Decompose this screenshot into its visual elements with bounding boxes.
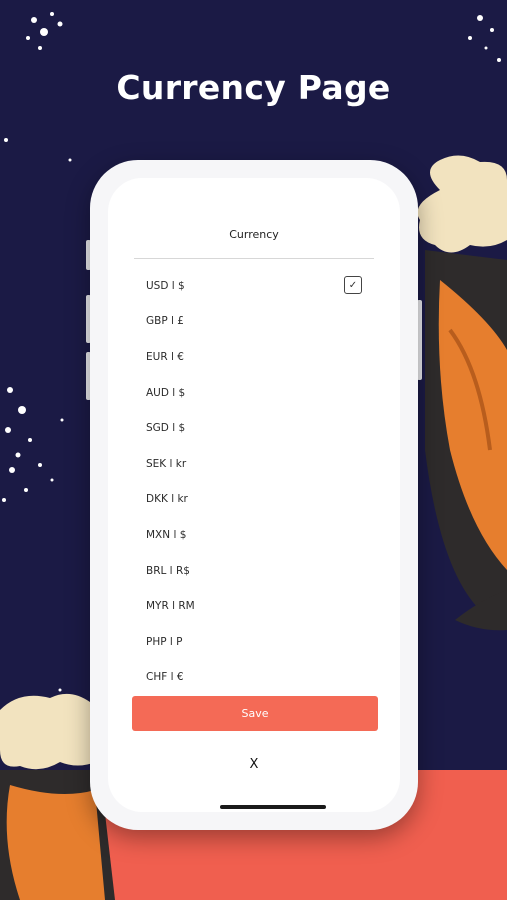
currency-option-label: SGD l $ [146, 422, 186, 435]
currency-option-label: MXN l $ [146, 528, 187, 541]
currency-sheet-title: Currency [229, 228, 279, 241]
currency-option-label: BRL l R$ [146, 564, 190, 577]
currency-option[interactable]: DKK l kr [134, 482, 374, 518]
currency-option[interactable]: PHP l P [134, 624, 374, 660]
currency-option[interactable]: MYR l RM [134, 588, 374, 624]
currency-option[interactable]: GBP l £ [134, 304, 374, 340]
checkmark-icon[interactable]: ✓ [344, 276, 362, 294]
currency-option[interactable]: SEK l kr [134, 446, 374, 482]
currency-option-label: CHF l € [146, 671, 184, 684]
currency-option-label: AUD l $ [146, 386, 186, 399]
currency-option-label: SEK l kr [146, 457, 187, 470]
currency-option-label: DKK l kr [146, 493, 188, 506]
title-divider [134, 258, 374, 259]
currency-option[interactable]: BRL l R$ [134, 553, 374, 589]
currency-option[interactable]: USD l $ ✓ [134, 268, 374, 304]
currency-option-label: USD l $ [146, 279, 185, 292]
phone-frame: Currency USD l $ ✓ GBP l £ EUR l € AUD l $ SG… [90, 160, 418, 830]
currency-list[interactable]: USD l $ ✓ GBP l £ EUR l € AUD l $ SGD l $ SEK … [134, 268, 374, 688]
currency-option[interactable]: CHF l € [134, 660, 374, 688]
currency-option-label: EUR l € [146, 350, 184, 363]
currency-option[interactable]: EUR l € [134, 339, 374, 375]
currency-option-label: GBP l £ [146, 315, 184, 328]
currency-option[interactable]: MXN l $ [134, 517, 374, 553]
save-button[interactable]: Save [132, 696, 378, 731]
currency-option[interactable]: AUD l $ [134, 375, 374, 411]
close-button[interactable]: X [238, 752, 270, 776]
phone-screen: Currency USD l $ ✓ GBP l £ EUR l € AUD l $ SG… [108, 178, 400, 812]
page-headline: Currency Page [116, 68, 391, 107]
currency-option-label: MYR l RM [146, 600, 195, 613]
currency-option[interactable]: SGD l $ [134, 410, 374, 446]
currency-option-label: PHP l P [146, 635, 183, 648]
home-indicator [220, 805, 326, 809]
